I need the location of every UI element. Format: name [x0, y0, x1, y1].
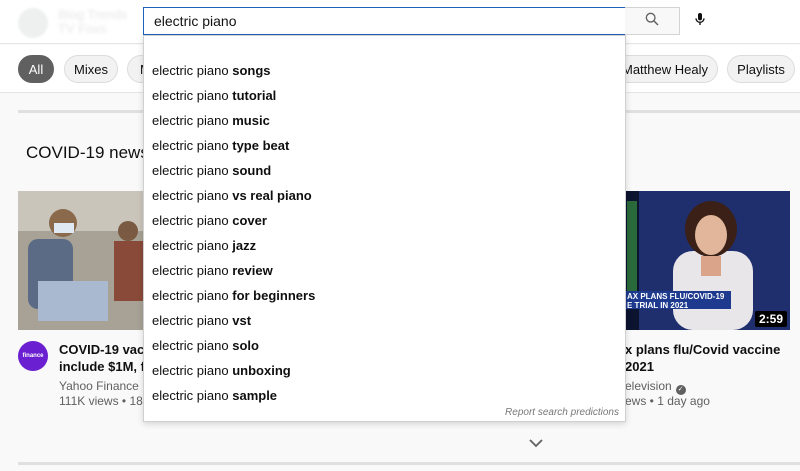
- search-suggestions-dropdown: electric piano songs electric piano tuto…: [143, 35, 626, 422]
- search-input[interactable]: [143, 7, 626, 35]
- video-views: ews • 1 day ago: [625, 394, 710, 408]
- video-duration: 2:59: [754, 311, 787, 327]
- channel-name-text: elevision: [625, 379, 672, 393]
- report-search-predictions-link[interactable]: Report search predictions: [505, 407, 619, 418]
- mic-icon: [692, 10, 708, 33]
- chevron-down-icon[interactable]: [528, 436, 544, 448]
- section-title: COVID-19 news: [26, 143, 149, 162]
- suggestion-item[interactable]: electric piano songs: [144, 58, 625, 83]
- channel-name[interactable]: Yahoo Finance: [59, 378, 143, 394]
- suggestion-item[interactable]: electric piano for beginners: [144, 283, 625, 308]
- video-views: 111K views • 18: [59, 394, 143, 408]
- video-title-line1[interactable]: x plans flu/Covid vaccine: [625, 341, 795, 358]
- suggestion-item[interactable]: electric piano solo: [144, 333, 625, 358]
- suggestion-item[interactable]: electric piano music: [144, 108, 625, 133]
- suggestion-item[interactable]: electric piano tutorial: [144, 83, 625, 108]
- news-lower-third: AX PLANS FLU/COVID-19 E TRIAL IN 2021: [625, 291, 731, 310]
- suggestion-item[interactable]: electric piano cover: [144, 208, 625, 233]
- suggestion-item[interactable]: electric piano sample: [144, 383, 625, 408]
- section-divider-bottom: [18, 462, 800, 465]
- suggestion-item[interactable]: electric piano vst: [144, 308, 625, 333]
- search-button[interactable]: [625, 7, 680, 35]
- channel-avatar[interactable]: finance: [18, 341, 48, 371]
- video-thumbnail[interactable]: [18, 191, 144, 330]
- chip-mixes[interactable]: Mixes: [64, 55, 118, 83]
- blurred-header-right: [712, 10, 742, 30]
- video-title-line1[interactable]: COVID-19 vacci: [59, 341, 143, 358]
- video-thumbnail[interactable]: AX PLANS FLU/COVID-19 E TRIAL IN 2021 2:…: [625, 191, 790, 330]
- voice-search-button[interactable]: [688, 7, 712, 35]
- suggestion-item[interactable]: electric piano sound: [144, 158, 625, 183]
- suggestion-item[interactable]: electric piano type beat: [144, 133, 625, 158]
- blurred-logo-icon: [18, 8, 48, 38]
- suggestion-item[interactable]: electric piano review: [144, 258, 625, 283]
- blurred-logo-text: Blog Trends TV Foxs: [58, 8, 128, 36]
- chip-all[interactable]: All: [18, 55, 54, 83]
- avatar-label: finance: [22, 353, 44, 359]
- search-icon: [644, 11, 660, 32]
- suggestion-item[interactable]: electric piano jazz: [144, 233, 625, 258]
- suggestion-item[interactable]: electric piano unboxing: [144, 358, 625, 383]
- chip-matthew-healy[interactable]: Matthew Healy: [612, 55, 718, 83]
- video-title-line2[interactable]: include $1M, fu: [59, 358, 143, 375]
- chip-playlists[interactable]: Playlists: [727, 55, 795, 83]
- video-title-line2[interactable]: 2021: [625, 358, 795, 375]
- suggestion-item[interactable]: electric piano vs real piano: [144, 183, 625, 208]
